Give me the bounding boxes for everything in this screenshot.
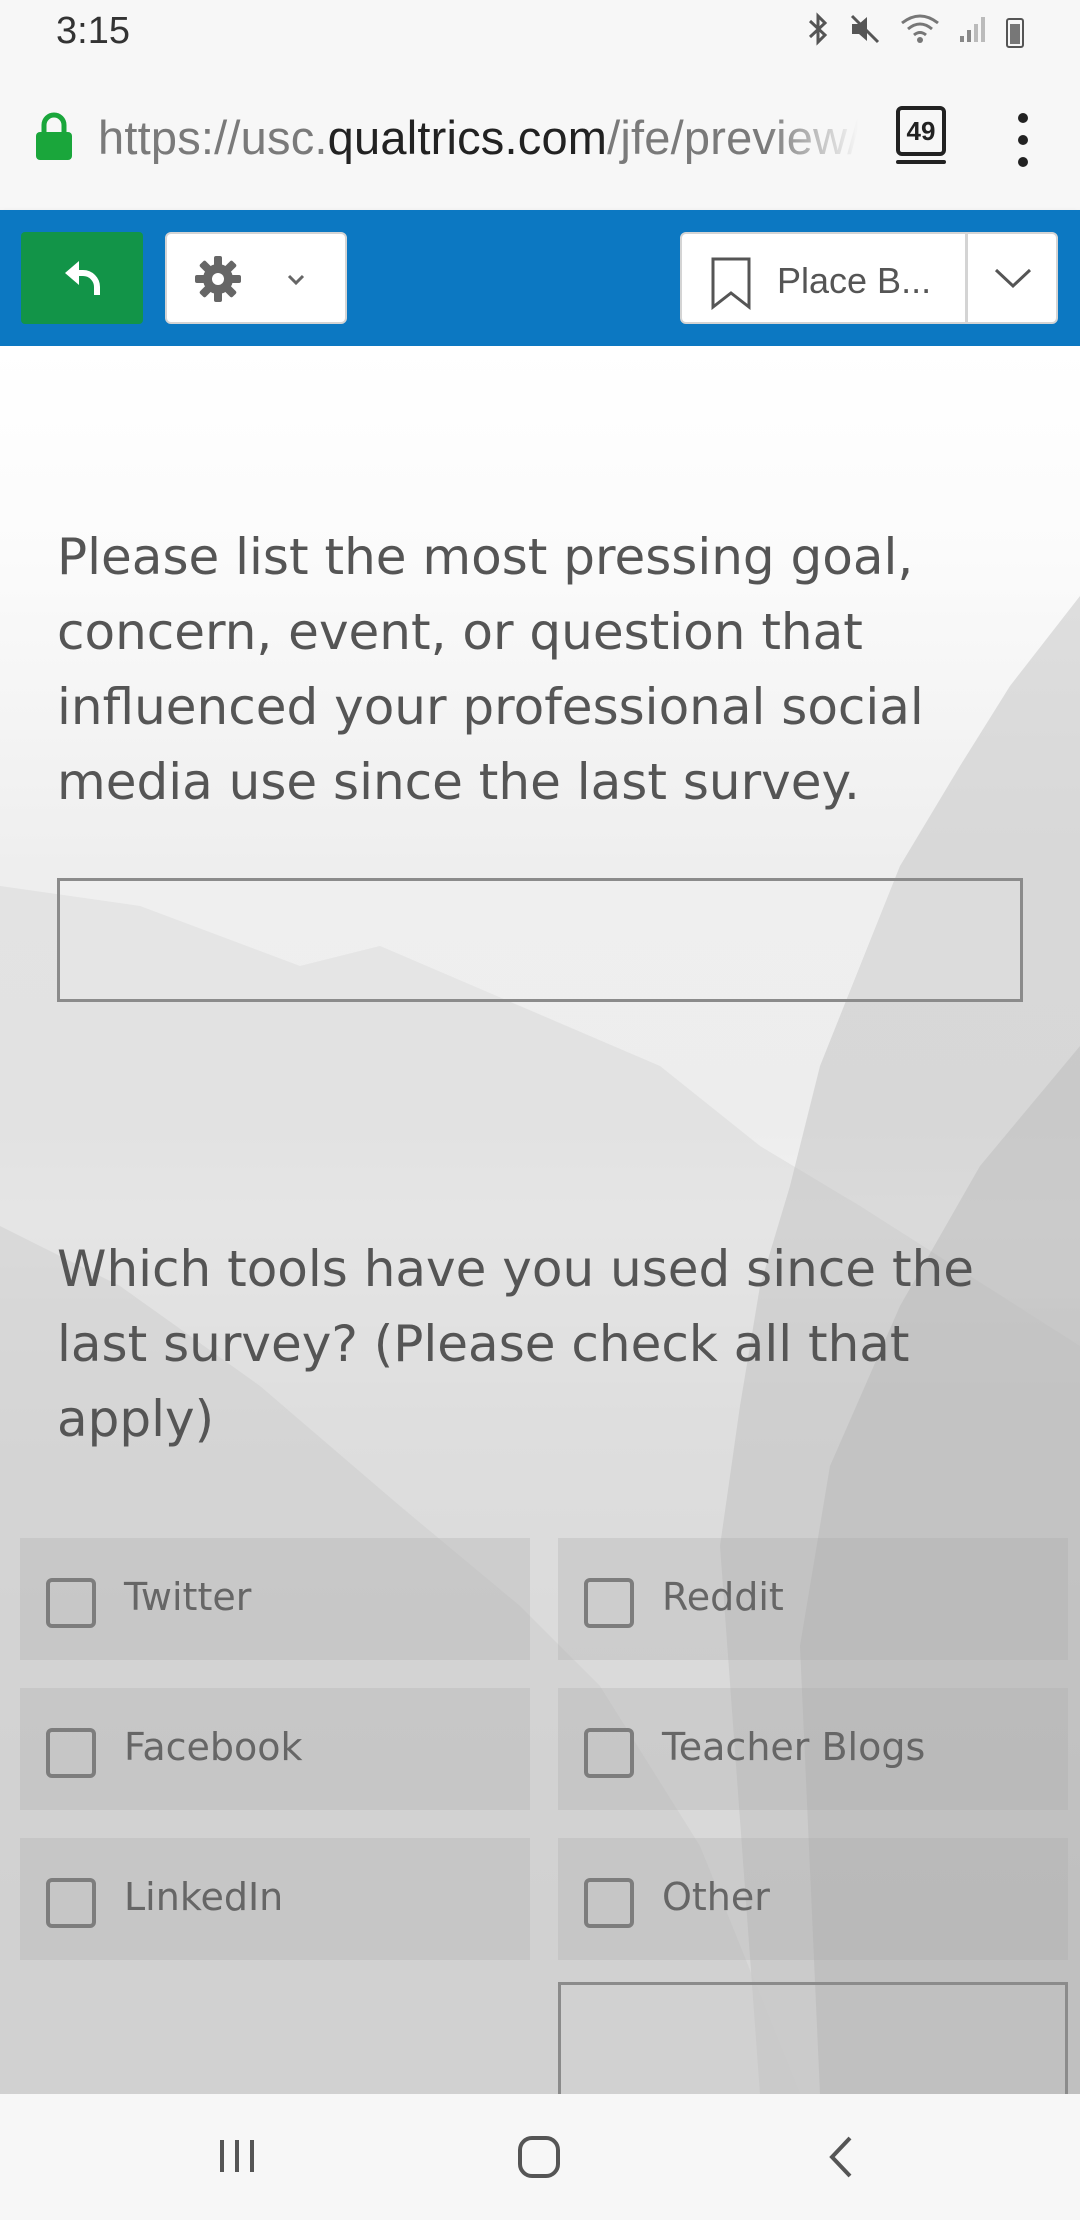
choice-label: Twitter bbox=[124, 1575, 252, 1619]
place-bookmark-label: Place B... bbox=[777, 260, 932, 301]
checkbox[interactable] bbox=[46, 1728, 96, 1778]
status-bar: 3:15 bbox=[0, 0, 1080, 66]
gear-icon bbox=[195, 256, 241, 302]
checkbox[interactable] bbox=[584, 1728, 634, 1778]
url-host: qualtrics.com bbox=[327, 111, 608, 164]
choice-facebook[interactable]: Facebook bbox=[20, 1688, 530, 1810]
recents-icon[interactable] bbox=[216, 2136, 258, 2176]
lock-icon bbox=[36, 112, 72, 160]
choice-linkedin[interactable]: LinkedIn bbox=[20, 1838, 530, 1960]
back-button[interactable] bbox=[21, 232, 143, 324]
checkbox[interactable] bbox=[584, 1578, 634, 1628]
bookmark-icon bbox=[711, 257, 751, 310]
home-icon[interactable] bbox=[516, 2134, 562, 2180]
checkbox[interactable] bbox=[584, 1878, 634, 1928]
question-1-text: Please list the most pressing goal, conc… bbox=[57, 528, 924, 811]
chevron-down-icon bbox=[287, 274, 305, 286]
signal-icon bbox=[958, 14, 988, 52]
preview-toolbar: Place B... bbox=[0, 210, 1080, 346]
choice-label: Reddit bbox=[662, 1575, 784, 1619]
undo-arrow-icon bbox=[65, 261, 100, 295]
bookmark-dropdown-button[interactable] bbox=[966, 232, 1058, 324]
battery-icon bbox=[1006, 18, 1024, 48]
choice-label: Teacher Blogs bbox=[662, 1725, 926, 1769]
system-nav-bar bbox=[0, 2094, 1080, 2220]
choice-reddit[interactable]: Reddit bbox=[558, 1538, 1068, 1660]
choice-twitter[interactable]: Twitter bbox=[20, 1538, 530, 1660]
mute-icon bbox=[848, 12, 882, 54]
chevron-down-icon bbox=[994, 268, 1032, 289]
browser-url-bar: https://usc.qualtrics.com/jfe/preview/ 4… bbox=[0, 66, 1080, 210]
back-icon[interactable] bbox=[826, 2134, 854, 2180]
checkbox[interactable] bbox=[46, 1578, 96, 1628]
wifi-icon bbox=[900, 13, 940, 53]
settings-button[interactable] bbox=[165, 232, 347, 324]
checkbox[interactable] bbox=[46, 1878, 96, 1928]
url-path: /jfe/preview/ bbox=[607, 111, 858, 164]
question-2-text: Which tools have you used since the last… bbox=[57, 1240, 975, 1448]
other-text-entry[interactable] bbox=[558, 1982, 1068, 2094]
more-options-icon[interactable] bbox=[1016, 113, 1030, 167]
question-1-text-entry[interactable] bbox=[57, 878, 1023, 1002]
survey-body: Please list the most pressing goal, conc… bbox=[0, 346, 1080, 2094]
status-time: 3:15 bbox=[56, 10, 130, 52]
choice-label: Facebook bbox=[124, 1725, 303, 1769]
status-icons bbox=[806, 12, 1024, 54]
url-field[interactable]: https://usc.qualtrics.com/jfe/preview/ bbox=[98, 110, 858, 166]
place-bookmark-button[interactable]: Place B... bbox=[680, 232, 967, 324]
bluetooth-icon bbox=[806, 12, 830, 54]
choice-teacher-blogs[interactable]: Teacher Blogs bbox=[558, 1688, 1068, 1810]
choice-label: Other bbox=[662, 1875, 770, 1919]
choice-label: LinkedIn bbox=[124, 1875, 284, 1919]
choice-other[interactable]: Other bbox=[558, 1838, 1068, 1960]
url-prefix: https://usc. bbox=[98, 111, 328, 164]
tab-switcher-button[interactable]: 49 bbox=[896, 106, 946, 164]
